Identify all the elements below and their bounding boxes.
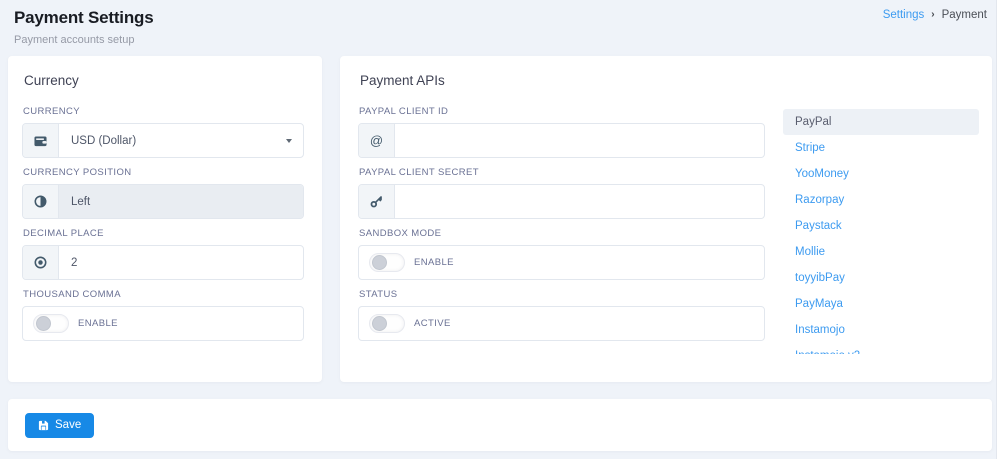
paypal-client-secret-field-group: PAYPAL CLIENT SECRET [358, 167, 765, 219]
dot-circle-icon [23, 246, 59, 279]
paypal-client-secret-field [358, 184, 765, 219]
currency-position-field: Left [22, 184, 304, 219]
payment-apis-card: Payment APIs PAYPAL CLIENT ID @ PAYPAL C… [340, 56, 992, 382]
chevron-down-icon [286, 139, 292, 143]
gateway-item-yoomoney[interactable]: YooMoney [783, 161, 979, 187]
gateway-list[interactable]: PayPal Stripe YooMoney Razorpay Paystack… [783, 109, 979, 354]
gateway-item-paystack[interactable]: Paystack [783, 213, 979, 239]
gateway-item-razorpay[interactable]: Razorpay [783, 187, 979, 213]
paypal-client-secret-label: PAYPAL CLIENT SECRET [359, 167, 765, 178]
sandbox-mode-toggle-label: ENABLE [414, 257, 454, 268]
breadcrumb-settings-link[interactable]: Settings [883, 9, 925, 21]
breadcrumb-current: Payment [942, 9, 987, 21]
currency-position-value: Left [59, 185, 303, 218]
gateway-item-instamojo[interactable]: Instamojo [783, 317, 979, 343]
breadcrumb: Settings › Payment [883, 9, 987, 21]
currency-position-label: CURRENCY POSITION [23, 167, 304, 178]
gateway-item-paymaya[interactable]: PayMaya [783, 291, 979, 317]
main-content: Currency CURRENCY USD (Dollar) [8, 56, 992, 382]
currency-select[interactable]: USD (Dollar) [22, 123, 304, 158]
status-label: STATUS [359, 289, 765, 300]
paypal-client-id-input[interactable] [395, 124, 764, 157]
status-toggle-box: ACTIVE [358, 306, 765, 341]
sandbox-mode-label: SANDBOX MODE [359, 228, 765, 239]
breadcrumb-separator-icon: › [931, 10, 934, 20]
thousand-comma-toggle-label: ENABLE [78, 318, 118, 329]
status-toggle-label: ACTIVE [414, 318, 451, 329]
thousand-comma-label: THOUSAND COMMA [23, 289, 304, 300]
toggle-knob [372, 255, 387, 270]
at-icon: @ [359, 124, 395, 157]
currency-card-title: Currency [24, 73, 304, 88]
currency-card: Currency CURRENCY USD (Dollar) [8, 56, 322, 382]
sandbox-mode-toggle-box: ENABLE [358, 245, 765, 280]
gateway-nav: PayPal Stripe YooMoney Razorpay Paystack… [783, 106, 979, 354]
page-subtitle: Payment accounts setup [14, 34, 986, 46]
sandbox-mode-toggle[interactable] [369, 253, 405, 272]
decimal-place-value: 2 [59, 246, 303, 279]
toggle-knob [372, 316, 387, 331]
adjust-icon [23, 185, 59, 218]
paypal-client-id-field-group: PAYPAL CLIENT ID @ [358, 106, 765, 158]
wallet-icon [23, 124, 59, 157]
form-footer: Save [8, 399, 992, 451]
sandbox-mode-field-group: SANDBOX MODE ENABLE [358, 228, 765, 280]
save-button[interactable]: Save [25, 413, 94, 438]
currency-select-value: USD (Dollar) [59, 124, 286, 157]
paypal-client-secret-input[interactable] [395, 185, 764, 218]
save-icon [38, 420, 49, 431]
save-button-label: Save [55, 419, 81, 431]
page-scrollbar[interactable] [996, 0, 1000, 459]
paypal-client-id-field: @ [358, 123, 765, 158]
currency-label: CURRENCY [23, 106, 304, 117]
thousand-comma-toggle[interactable] [33, 314, 69, 333]
decimal-place-field[interactable]: 2 [22, 245, 304, 280]
status-field-group: STATUS ACTIVE [358, 289, 765, 341]
currency-position-field-group: CURRENCY POSITION Left [22, 167, 304, 219]
key-icon [359, 185, 395, 218]
currency-field-group: CURRENCY USD (Dollar) [22, 106, 304, 158]
page-title: Payment Settings [14, 8, 986, 28]
thousand-comma-toggle-box: ENABLE [22, 306, 304, 341]
decimal-place-label: DECIMAL PLACE [23, 228, 304, 239]
paypal-settings-form: PAYPAL CLIENT ID @ PAYPAL CLIENT SECRET [358, 106, 765, 354]
thousand-comma-field-group: THOUSAND COMMA ENABLE [22, 289, 304, 341]
gateway-item-instamojo-v2[interactable]: Instamojo v2 [783, 343, 979, 354]
page-header: Payment Settings Payment accounts setup … [0, 0, 1000, 46]
gateway-item-stripe[interactable]: Stripe [783, 135, 979, 161]
toggle-knob [36, 316, 51, 331]
gateway-item-mollie[interactable]: Mollie [783, 239, 979, 265]
status-toggle[interactable] [369, 314, 405, 333]
paypal-client-id-label: PAYPAL CLIENT ID [359, 106, 765, 117]
decimal-place-field-group: DECIMAL PLACE 2 [22, 228, 304, 280]
gateway-item-toyyibpay[interactable]: toyyibPay [783, 265, 979, 291]
gateway-item-paypal[interactable]: PayPal [783, 109, 979, 135]
payment-apis-card-title: Payment APIs [360, 73, 979, 88]
